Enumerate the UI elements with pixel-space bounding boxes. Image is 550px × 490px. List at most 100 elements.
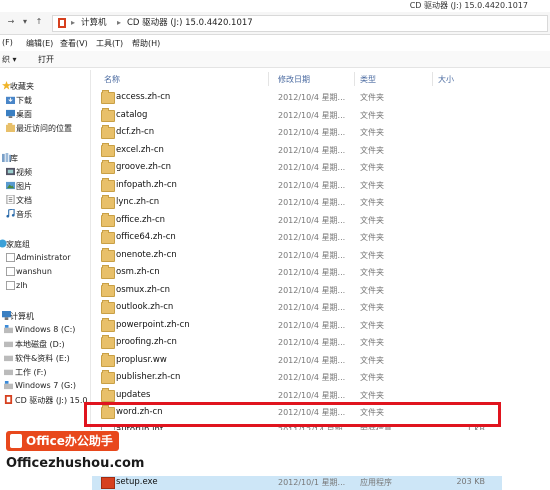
- folder-icon: [101, 230, 115, 244]
- hard-drive-icon: [4, 367, 13, 376]
- file-row[interactable]: infopath.zh-cn 2012/10/4 星期... 文件夹: [92, 177, 502, 193]
- file-date: 2012/10/4 星期...: [278, 338, 346, 347]
- folder-icon: [101, 265, 115, 279]
- menu-tools[interactable]: 工具(T): [96, 38, 123, 49]
- office-drive-icon: [4, 395, 13, 404]
- folder-icon: [101, 195, 115, 209]
- address-bar-region: → ▾ ↑ ▸ 计算机 ▸ CD 驱动器 (J:) 15.0.4420.1017: [0, 12, 550, 35]
- file-name: onenote.zh-cn: [116, 249, 177, 260]
- windows-drive-icon: [4, 381, 13, 390]
- column-divider[interactable]: [354, 72, 355, 86]
- menu-help[interactable]: 帮助(H): [132, 38, 160, 49]
- navigation-pane: 收藏夹 下载 桌面 最近访问的位置 库 视频 图片 文档 音乐 家庭组 Admi…: [0, 70, 91, 430]
- music-icon: [6, 208, 15, 218]
- file-row[interactable]: lync.zh-cn 2012/10/4 星期... 文件夹: [92, 194, 502, 210]
- folder-icon: [101, 90, 115, 104]
- file-type: 文件夹: [360, 215, 384, 225]
- column-divider[interactable]: [268, 72, 269, 86]
- file-name: dcf.zh-cn: [116, 127, 155, 137]
- office-setup-icon: [101, 477, 115, 489]
- file-name: osmux.zh-cn: [116, 284, 171, 295]
- file-row[interactable]: osmux.zh-cn 2012/10/4 星期... 文件夹: [92, 282, 502, 298]
- user-icon: [6, 253, 15, 262]
- folder-icon: [101, 300, 115, 314]
- column-divider[interactable]: [432, 72, 433, 86]
- file-row[interactable]: publisher.zh-cn 2012/10/4 星期... 文件夹: [92, 369, 502, 385]
- file-name: groove.zh-cn: [116, 162, 172, 172]
- file-name: outlook.zh-cn: [116, 302, 174, 312]
- recent-places-icon: [6, 123, 15, 132]
- file-date: 2012/10/4 星期...: [278, 250, 346, 260]
- file-type: 文件夹: [360, 145, 384, 155]
- menu-file[interactable]: (F): [2, 38, 13, 47]
- file-type: 文件夹: [360, 180, 384, 190]
- file-row[interactable]: proplusr.ww 2012/10/4 星期... 文件夹: [92, 352, 502, 368]
- folder-icon: [101, 335, 115, 349]
- forward-arrow-icon[interactable]: →: [6, 17, 16, 27]
- file-name: proplusr.ww: [116, 354, 167, 365]
- column-header-size[interactable]: 大小: [438, 74, 454, 88]
- file-type: 文件夹: [360, 110, 384, 120]
- file-row[interactable]: office.zh-cn 2012/10/4 星期... 文件夹: [92, 212, 502, 228]
- file-type: 文件夹: [360, 320, 384, 330]
- title-bar: CD 驱动器 (J:) 15.0.4420.1017: [0, 0, 550, 12]
- file-row[interactable]: outlook.zh-cn 2012/10/4 星期... 文件夹: [92, 299, 502, 315]
- folder-icon: [101, 125, 115, 139]
- file-type: 文件夹: [360, 268, 384, 277]
- vertical-scrollbar[interactable]: [500, 70, 506, 430]
- breadcrumb-cd-drive[interactable]: CD 驱动器 (J:) 15.0.4420.1017: [127, 17, 253, 29]
- desktop-icon: [6, 109, 15, 118]
- file-name: publisher.zh-cn: [116, 372, 181, 382]
- breadcrumb-separator-icon: ▸: [117, 18, 122, 27]
- file-type: 文件夹: [360, 233, 384, 242]
- file-type: 文件夹: [360, 338, 384, 347]
- file-row[interactable]: powerpoint.zh-cn 2012/10/4 星期... 文件夹: [92, 317, 502, 333]
- file-date: 2012/10/4 星期...: [278, 285, 346, 295]
- file-date: 2012/10/4 星期...: [278, 145, 346, 155]
- organize-button[interactable]: 织 ▾: [2, 54, 17, 65]
- file-row[interactable]: proofing.zh-cn 2012/10/4 星期... 文件夹: [92, 334, 502, 350]
- highlight-box: [84, 402, 501, 427]
- folder-icon: [101, 160, 115, 174]
- file-date: 2012/10/1 星期...: [278, 478, 346, 487]
- video-icon: [6, 167, 15, 176]
- folder-icon: [101, 107, 115, 122]
- up-arrow-icon[interactable]: ↑: [34, 17, 44, 27]
- file-row[interactable]: groove.zh-cn 2012/10/4 星期... 文件夹: [92, 159, 502, 175]
- file-name: lync.zh-cn: [116, 197, 160, 207]
- recent-locations-chevron-icon[interactable]: ▾: [20, 17, 30, 27]
- file-row[interactable]: onenote.zh-cn 2012/10/4 星期... 文件夹: [92, 247, 502, 263]
- menu-edit[interactable]: 编辑(E): [26, 38, 53, 49]
- file-row[interactable]: catalog 2012/10/4 星期... 文件夹: [92, 107, 502, 123]
- document-icon: [6, 194, 15, 205]
- open-button[interactable]: 打开: [38, 54, 54, 65]
- file-row[interactable]: access.zh-cn 2012/10/4 星期... 文件夹: [92, 89, 502, 105]
- file-date: 2012/10/4 星期...: [278, 303, 346, 312]
- watermark-url: Officezhushou.com: [6, 456, 145, 471]
- column-header-date[interactable]: 修改日期: [278, 74, 310, 88]
- file-list: 名称 修改日期 类型 大小 access.zh-cn 2012/10/4 星期..…: [92, 70, 550, 490]
- breadcrumb-computer[interactable]: 计算机: [81, 17, 107, 29]
- file-type: 文件夹: [360, 355, 384, 365]
- menu-view[interactable]: 查看(V): [60, 38, 88, 49]
- file-date: 2012/10/4 星期...: [278, 180, 346, 190]
- file-row[interactable]: excel.zh-cn 2012/10/4 星期... 文件夹: [92, 142, 502, 158]
- column-header-name[interactable]: 名称: [104, 74, 120, 88]
- file-type: 文件夹: [360, 390, 384, 400]
- column-header-type[interactable]: 类型: [360, 74, 376, 88]
- file-row[interactable]: setup.exe 2012/10/1 星期... 应用程序 203 KB: [92, 474, 502, 490]
- file-date: 2012/10/4 星期...: [278, 198, 346, 207]
- file-type: 文件夹: [360, 128, 384, 137]
- file-row[interactable]: dcf.zh-cn 2012/10/4 星期... 文件夹: [92, 124, 502, 140]
- file-row[interactable]: office64.zh-cn 2012/10/4 星期... 文件夹: [92, 229, 502, 245]
- file-row[interactable]: osm.zh-cn 2012/10/4 星期... 文件夹: [92, 264, 502, 280]
- address-bar[interactable]: ▸ 计算机 ▸ CD 驱动器 (J:) 15.0.4420.1017: [52, 15, 548, 32]
- file-date: 2012/10/4 星期...: [278, 320, 346, 330]
- download-folder-icon: [6, 95, 15, 104]
- file-type: 文件夹: [360, 163, 384, 172]
- picture-icon: [6, 181, 15, 190]
- file-date: 2012/10/4 星期...: [278, 128, 346, 137]
- file-row[interactable]: updates 2012/10/4 星期... 文件夹: [92, 387, 502, 403]
- file-type: 文件夹: [360, 93, 384, 102]
- hard-drive-icon: [4, 339, 13, 348]
